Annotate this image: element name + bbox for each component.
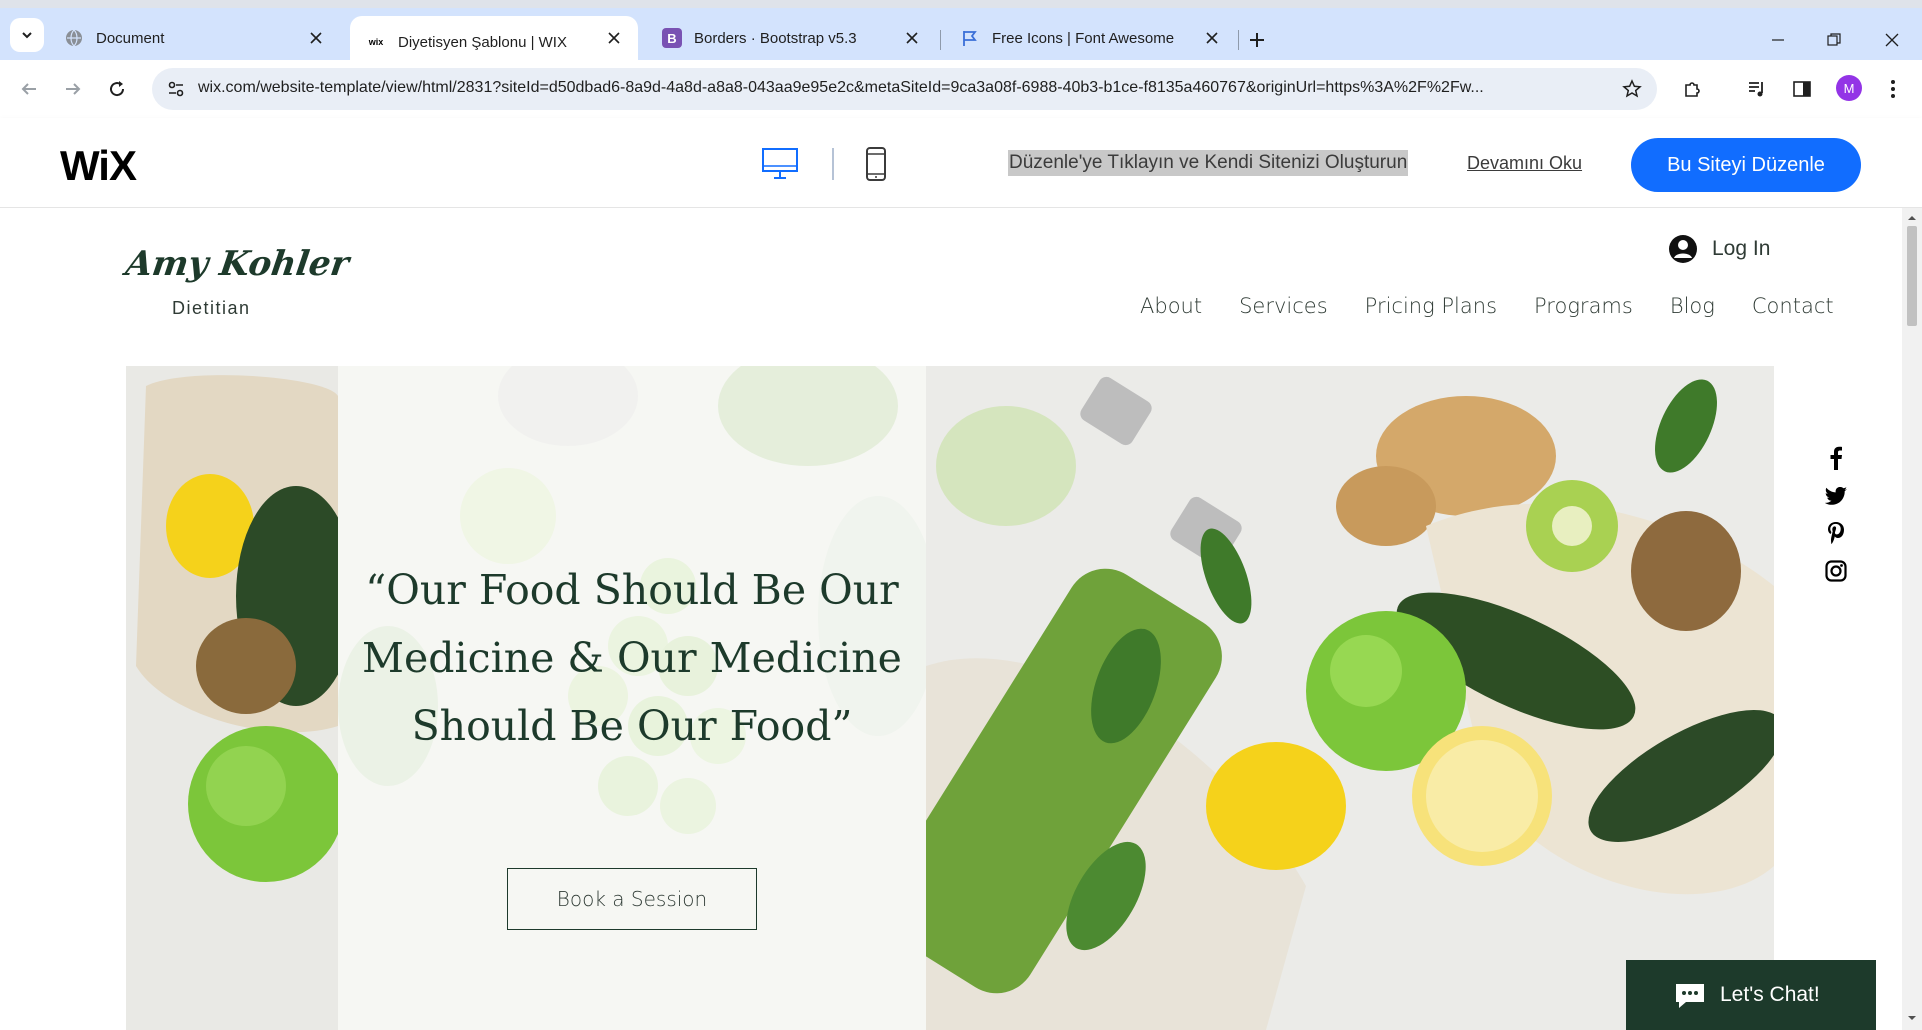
chat-bubble-icon (1676, 984, 1704, 1008)
lets-chat-button[interactable]: Let's Chat! (1626, 960, 1876, 1030)
book-session-button[interactable]: Book a Session (507, 868, 757, 930)
reload-icon (110, 81, 125, 97)
music-queue-icon (1749, 82, 1763, 97)
bootstrap-icon: B (662, 28, 682, 48)
user-avatar-icon (1669, 235, 1697, 263)
page-scrollbar[interactable] (1902, 208, 1922, 1030)
login-button[interactable]: Log In (1668, 234, 1770, 264)
close-icon (1885, 33, 1899, 47)
nav-pricing-plans[interactable]: Pricing Plans (1365, 294, 1497, 318)
nav-programs[interactable]: Programs (1534, 294, 1633, 318)
mobile-icon (866, 147, 886, 181)
nav-blog[interactable]: Blog (1670, 294, 1715, 318)
desktop-icon (762, 148, 798, 179)
tab-strip: Document wix Diyetisyen Şablonu | WIX B … (0, 8, 1922, 68)
tab-title: Diyetisyen Şablonu | WIX (398, 33, 567, 51)
tab-title: Borders · Bootstrap v5.3 (694, 29, 857, 47)
pinterest-icon[interactable] (1822, 519, 1850, 547)
browser-toolbar: wix.com/website-template/view/html/2831?… (0, 60, 1922, 118)
instagram-icon[interactable] (1822, 557, 1850, 585)
close-tab-icon[interactable] (1202, 28, 1222, 48)
arrow-left-icon (21, 83, 36, 95)
mobile-view-button[interactable] (856, 144, 896, 184)
close-tab-icon[interactable] (604, 28, 624, 48)
side-panel-icon (1793, 81, 1811, 97)
minimize-button[interactable] (1764, 26, 1792, 54)
wix-preview-bar: WiX Düzenle'ye Tıklayın ve Kendi Siteniz… (0, 118, 1922, 208)
restore-icon (1827, 33, 1841, 46)
site-preview: Amy Kohler Dietitian Log In About Servic… (0, 208, 1902, 1030)
browser-chrome: Document wix Diyetisyen Şablonu | WIX B … (0, 0, 1922, 120)
tab-separator (940, 30, 941, 50)
edit-site-button[interactable]: Bu Siteyi Düzenle (1631, 138, 1861, 192)
minimize-icon (1772, 39, 1784, 41)
site-navigation: About Services Pricing Plans Programs Bl… (1140, 294, 1834, 318)
device-separator (832, 148, 834, 180)
forward-button[interactable] (56, 72, 90, 106)
tab-separator (1238, 30, 1239, 50)
more-vert-icon (1891, 80, 1895, 98)
menu-button[interactable] (1876, 72, 1910, 106)
arrow-right-icon (66, 83, 81, 95)
twitter-icon[interactable] (1822, 482, 1850, 510)
scroll-up-icon[interactable] (1906, 212, 1918, 224)
media-controls-button[interactable] (1740, 72, 1774, 106)
puzzle-icon (1685, 82, 1700, 97)
scrollbar-thumb[interactable] (1907, 226, 1917, 326)
globe-icon (64, 28, 84, 48)
tab-title: Document (96, 29, 165, 47)
site-settings-icon[interactable] (166, 79, 186, 99)
plus-icon (1250, 33, 1264, 47)
login-label: Log In (1712, 237, 1771, 260)
chevron-down-icon (22, 32, 32, 39)
close-tab-icon[interactable] (306, 28, 326, 48)
wix-favicon-icon: wix (368, 37, 384, 47)
back-button[interactable] (12, 72, 46, 106)
tab-search-button[interactable] (10, 18, 44, 52)
profile-avatar[interactable]: M (1836, 75, 1862, 101)
url-text: wix.com/website-template/view/html/2831?… (198, 79, 1484, 96)
nav-contact[interactable]: Contact (1752, 294, 1834, 318)
desktop-view-button[interactable] (760, 144, 800, 184)
close-tab-icon[interactable] (902, 28, 922, 48)
tab-document[interactable]: Document (48, 16, 340, 60)
promo-text: Düzenle'ye Tıklayın ve Kendi Sitenizi Ol… (1008, 150, 1409, 176)
tab-title: Free Icons | Font Awesome (992, 29, 1175, 47)
side-panel-button[interactable] (1785, 72, 1819, 106)
bookmark-star-icon[interactable] (1621, 78, 1643, 100)
flag-icon (960, 28, 980, 48)
read-more-link[interactable]: Devamını Oku (1467, 153, 1582, 174)
hero-quote: “Our Food Should Be Our Medicine & Our M… (362, 566, 902, 750)
hero-right-image (880, 366, 1774, 1030)
nav-services[interactable]: Services (1239, 294, 1328, 318)
scroll-down-icon[interactable] (1906, 1012, 1918, 1024)
brand-logo[interactable]: Amy Kohler (123, 244, 351, 284)
restore-button[interactable] (1820, 26, 1848, 54)
reload-button[interactable] (100, 72, 134, 106)
tab-bootstrap[interactable]: B Borders · Bootstrap v5.3 (646, 16, 936, 60)
address-bar[interactable]: wix.com/website-template/view/html/2831?… (152, 68, 1657, 110)
extensions-button[interactable] (1675, 72, 1709, 106)
hero-section: “Our Food Should Be Our Medicine & Our M… (126, 366, 1774, 1030)
chat-label: Let's Chat! (1720, 983, 1820, 1006)
brand-subtitle: Dietitian (172, 298, 251, 318)
close-window-button[interactable] (1878, 26, 1906, 54)
new-tab-button[interactable] (1243, 26, 1271, 54)
wix-logo[interactable]: WiX (60, 142, 137, 190)
nav-about[interactable]: About (1140, 294, 1202, 318)
tab-font-awesome[interactable]: Free Icons | Font Awesome (944, 16, 1236, 60)
hero-left-image (126, 366, 356, 1030)
facebook-icon[interactable] (1822, 444, 1850, 472)
